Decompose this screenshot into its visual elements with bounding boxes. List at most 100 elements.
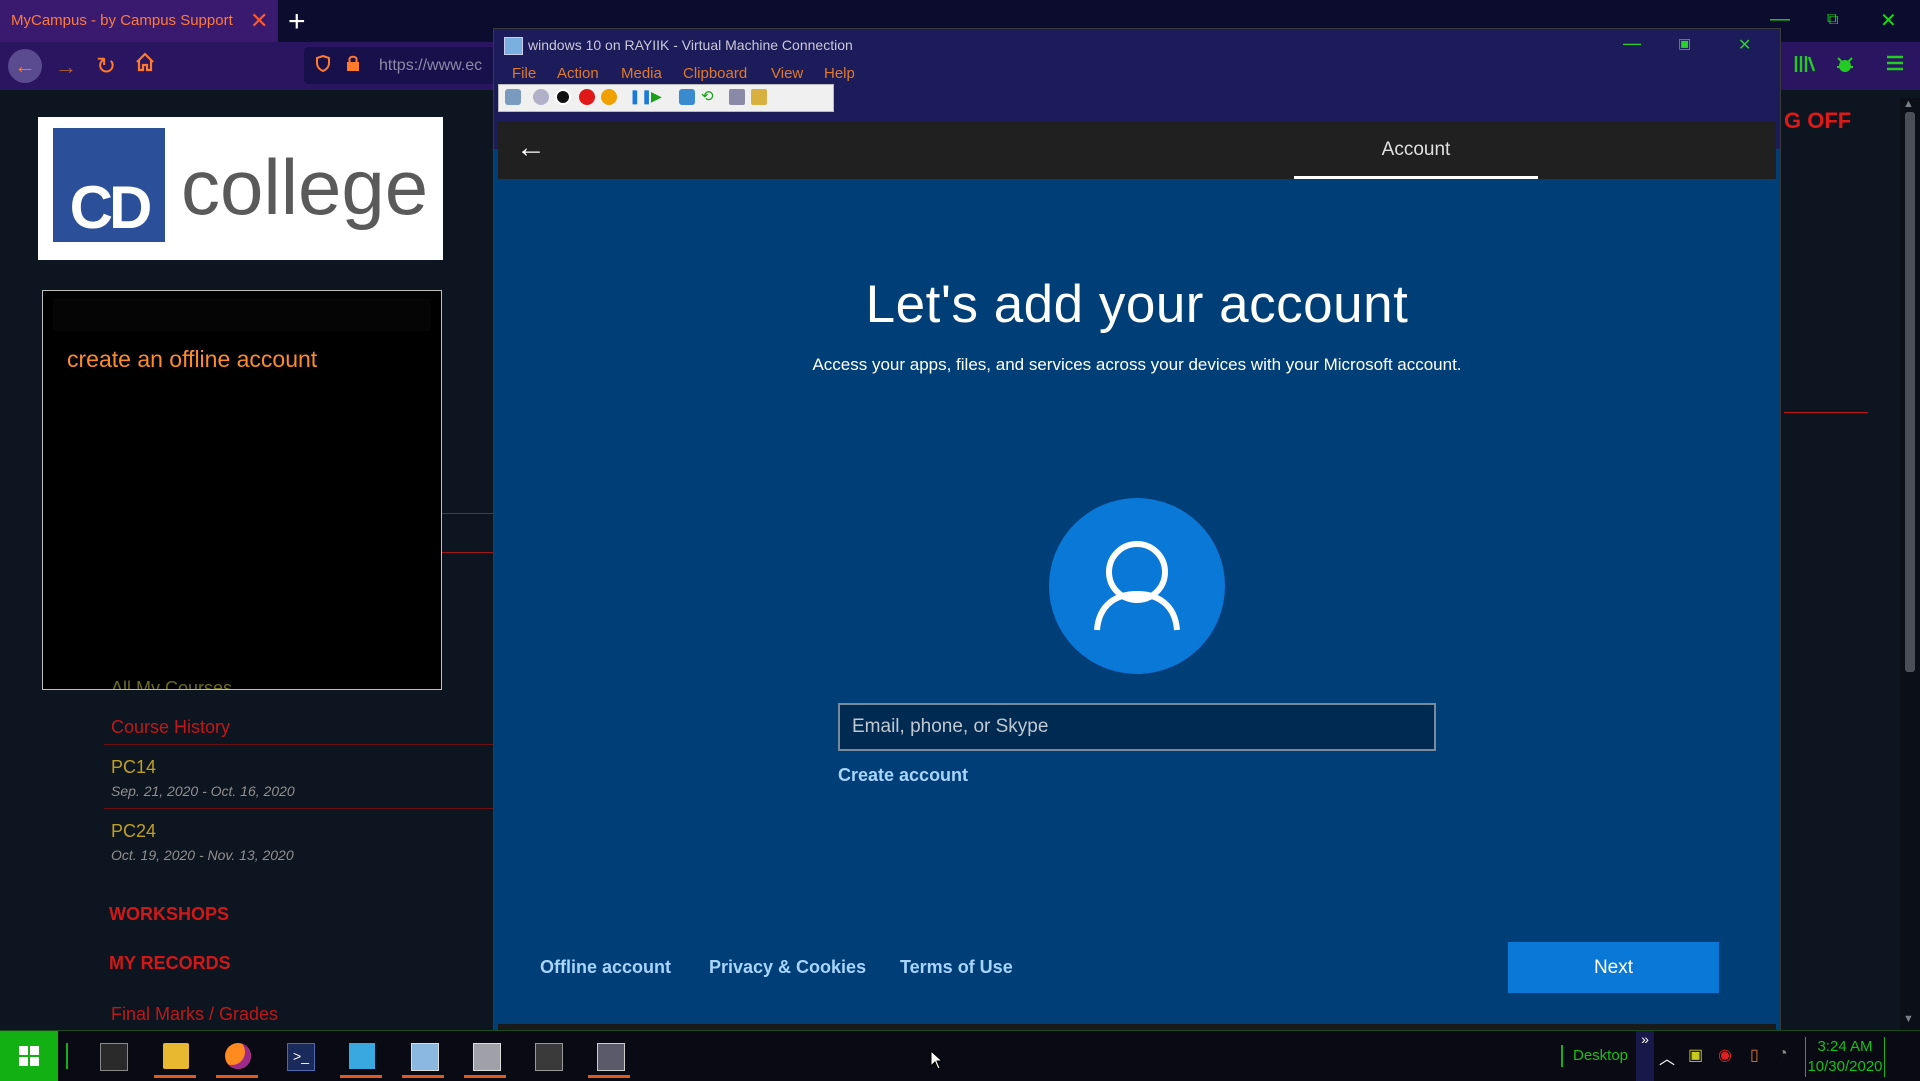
my-records-heading[interactable]: MY RECORDS — [109, 953, 231, 974]
menu-media[interactable]: Media — [621, 65, 662, 82]
active-indicator — [154, 1075, 196, 1078]
divider — [1784, 412, 1868, 413]
extension-icon[interactable] — [1834, 54, 1856, 82]
enhanced-session-icon[interactable] — [729, 89, 745, 105]
oobe-header: ← Account — [498, 121, 1776, 179]
divider — [442, 513, 494, 514]
forward-arrow-icon[interactable]: → — [55, 54, 77, 80]
toolbar-expand-icon[interactable]: » — [1636, 1031, 1654, 1081]
windows-logo-icon — [19, 1046, 39, 1066]
reload-icon[interactable]: ↻ — [96, 52, 116, 81]
scroll-down-icon[interactable]: ▼ — [1903, 1013, 1914, 1025]
save-state-icon[interactable] — [601, 89, 617, 105]
menu-file[interactable]: File — [512, 65, 536, 82]
menu-clipboard[interactable]: Clipboard — [683, 65, 747, 82]
logo-wordmark: college — [181, 143, 429, 231]
notes-icon — [535, 1043, 563, 1071]
taskbar-snipping-tool[interactable] — [585, 1037, 633, 1078]
share-icon[interactable] — [751, 89, 767, 105]
course-dates: Oct. 19, 2020 - Nov. 13, 2020 — [111, 847, 294, 863]
final-marks-link[interactable]: Final Marks / Grades — [111, 1004, 278, 1025]
close-tab-icon[interactable]: ✕ — [250, 8, 268, 34]
page-scrollbar[interactable]: ▲ ▼ — [1900, 98, 1920, 1030]
folder-icon — [163, 1043, 189, 1069]
vm-minimize-icon[interactable]: — — [1623, 33, 1641, 54]
course-link-pc14[interactable]: PC14 — [111, 757, 156, 778]
clock-date: 10/30/2020 — [1807, 1058, 1883, 1075]
page-title: Let's add your account — [865, 275, 1409, 334]
url-text: https://www.ec — [379, 57, 483, 74]
active-indicator — [216, 1075, 258, 1078]
turn-off-icon[interactable] — [555, 89, 571, 105]
tab-underline — [1294, 176, 1538, 179]
taskbar-vm-connection[interactable] — [399, 1037, 447, 1078]
vm-close-icon[interactable]: ✕ — [1738, 35, 1751, 55]
cd-college-logo: CD college — [38, 117, 443, 260]
close-window-icon[interactable]: ✕ — [1880, 8, 1897, 33]
email-field[interactable] — [838, 703, 1436, 751]
resume-icon[interactable]: ▶ — [651, 88, 667, 104]
tab-account: Account — [1381, 139, 1451, 160]
taskbar-app-building[interactable] — [337, 1037, 385, 1078]
scroll-thumb[interactable] — [1905, 112, 1915, 672]
start-button[interactable] — [0, 1031, 58, 1081]
course-history-link[interactable]: Course History — [111, 717, 230, 738]
url-bar[interactable]: https://www.ec — [304, 47, 524, 84]
vm-titlebar[interactable]: windows 10 on RAYIIK - Virtual Machine C… — [494, 29, 1780, 62]
pause-icon[interactable]: ❚❚ — [629, 88, 652, 104]
next-button[interactable]: Next — [1508, 942, 1719, 993]
shield-icon[interactable] — [316, 54, 330, 77]
start-vm-icon[interactable] — [533, 89, 549, 105]
taskbar-clock[interactable]: 3:24 AM 10/30/2020 — [1805, 1037, 1885, 1077]
terms-of-use-link[interactable]: Terms of Use — [900, 957, 1013, 978]
vm-maximize-icon[interactable]: ▣ — [1678, 35, 1691, 52]
taskbar-hyperv-manager[interactable] — [461, 1037, 509, 1078]
tray-security-icon[interactable]: ◉ — [1718, 1045, 1732, 1065]
offline-account-link[interactable]: Offline account — [540, 957, 671, 978]
library-icon[interactable] — [1794, 54, 1816, 80]
ctrl-alt-del-icon[interactable] — [505, 89, 521, 105]
menu-hamburger-icon[interactable] — [1885, 54, 1905, 78]
taskbar-powershell[interactable]: >_ — [275, 1037, 323, 1077]
restore-icon[interactable]: ⧉ — [1827, 11, 1838, 29]
mouse-cursor-icon — [930, 1050, 944, 1070]
logo-cd-mark: CD — [53, 128, 165, 242]
taskbar: >_ Desktop » ︿ ▣ ◉ ▯ ◔ 3:24 AM 10/30/202… — [0, 1030, 1920, 1081]
popup-text: create an offline account — [67, 346, 318, 372]
menu-action[interactable]: Action — [557, 65, 599, 82]
browser-tab-title: MyCampus - by Campus Support — [11, 12, 233, 29]
vm-app-icon — [504, 37, 523, 55]
workshops-heading[interactable]: WORKSHOPS — [109, 904, 229, 925]
taskbar-firefox[interactable] — [213, 1037, 261, 1078]
active-indicator — [402, 1075, 444, 1078]
new-tab-icon[interactable]: + — [288, 5, 306, 39]
scroll-up-icon[interactable]: ▲ — [1903, 98, 1914, 110]
all-my-courses-link[interactable]: All My Courses — [111, 678, 232, 689]
browser-tab[interactable]: MyCampus - by Campus Support ✕ — [0, 0, 278, 42]
menu-help[interactable]: Help — [824, 65, 855, 82]
taskbar-notes[interactable] — [523, 1037, 571, 1077]
lock-icon[interactable] — [346, 54, 360, 77]
home-icon[interactable] — [134, 51, 156, 79]
privacy-cookies-link[interactable]: Privacy & Cookies — [709, 957, 866, 978]
oobe-back-arrow-icon[interactable]: ← — [516, 131, 546, 165]
checkpoint-icon[interactable] — [679, 89, 695, 105]
desktop-toolbar[interactable]: Desktop — [1573, 1047, 1628, 1064]
back-arrow-icon[interactable]: ← — [8, 49, 42, 83]
taskbar-terminal[interactable] — [88, 1037, 136, 1077]
active-indicator — [588, 1075, 630, 1078]
taskbar-file-explorer[interactable] — [151, 1037, 199, 1078]
menu-view[interactable]: View — [771, 65, 803, 82]
powershell-icon: >_ — [287, 1043, 315, 1071]
active-indicator — [464, 1075, 506, 1078]
shutdown-icon[interactable] — [579, 89, 595, 105]
revert-icon[interactable]: ⟲ — [701, 87, 717, 105]
user-avatar-icon — [1049, 498, 1225, 674]
taskbar-separator — [66, 1043, 68, 1069]
show-hidden-icons[interactable]: ︿ — [1659, 1045, 1675, 1069]
course-link-pc24[interactable]: PC24 — [111, 821, 156, 842]
tray-app-icon[interactable]: ▣ — [1688, 1045, 1703, 1065]
create-account-link[interactable]: Create account — [838, 765, 968, 786]
wifi-icon[interactable]: ◔ — [1778, 1045, 1788, 1063]
battery-icon[interactable]: ▯ — [1750, 1045, 1759, 1065]
